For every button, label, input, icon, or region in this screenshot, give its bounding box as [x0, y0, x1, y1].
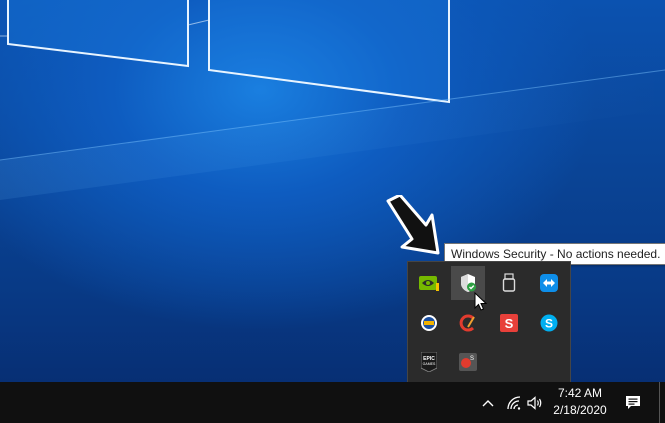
- sumatra-pdf-icon[interactable]: S: [492, 306, 526, 340]
- action-center-icon[interactable]: [620, 382, 646, 423]
- steelseries-icon[interactable]: S: [451, 345, 485, 379]
- media-app-icon[interactable]: [412, 306, 446, 340]
- skype-icon[interactable]: S: [532, 306, 566, 340]
- clock-date: 2/18/2020: [553, 403, 607, 417]
- epic-games-icon[interactable]: EPIC GAMES: [412, 345, 446, 379]
- taskbar: 7:42 AM 2/18/2020: [0, 382, 665, 423]
- black-arrow-annotation: [386, 195, 440, 255]
- clock[interactable]: 7:42 AM 2/18/2020: [543, 382, 617, 423]
- tray-overflow-flyout: S S EPIC GAMES S: [407, 261, 571, 383]
- chevron-up-icon[interactable]: [477, 382, 499, 423]
- svg-text:GAMES: GAMES: [423, 362, 436, 366]
- teamviewer-icon[interactable]: [532, 266, 566, 300]
- tooltip-text: Windows Security - No actions needed.: [451, 247, 661, 261]
- usb-drive-icon[interactable]: [492, 266, 526, 300]
- show-desktop-button[interactable]: [659, 382, 665, 423]
- wifi-icon[interactable]: [503, 382, 525, 423]
- volume-icon[interactable]: [525, 382, 545, 423]
- svg-text:S: S: [470, 356, 474, 362]
- svg-text:S: S: [505, 316, 514, 331]
- mouse-cursor: [474, 292, 488, 311]
- svg-text:S: S: [545, 317, 553, 331]
- clock-time: 7:42 AM: [557, 386, 603, 400]
- nvidia-icon[interactable]: [412, 266, 446, 300]
